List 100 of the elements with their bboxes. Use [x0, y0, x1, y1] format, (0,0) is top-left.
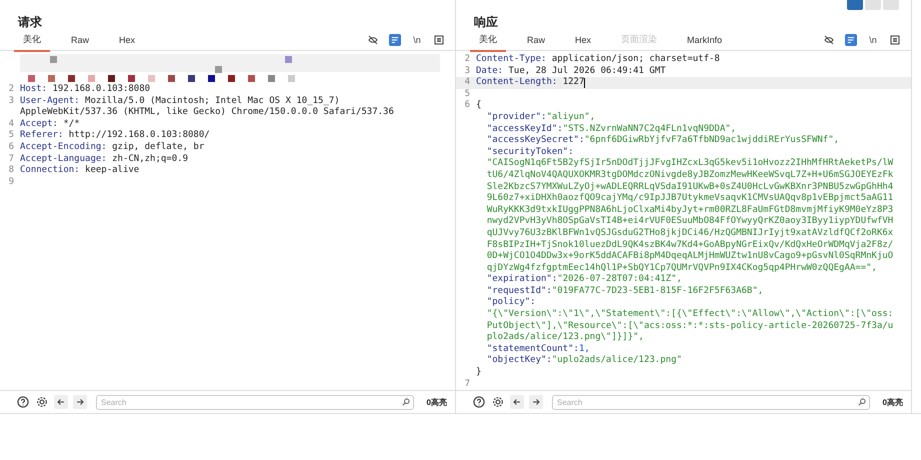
header-value: */*	[63, 118, 80, 130]
left-arrow-icon	[512, 397, 522, 407]
settings-button[interactable]	[35, 395, 49, 409]
line-number: 8	[8, 165, 15, 177]
newline-button[interactable]: \n	[867, 34, 879, 46]
line-number: 4	[464, 77, 471, 89]
json-value: F8sBIPzIH+TjSnok10luezDdL9QK4szBK4w7Kd4+GoABpyNGrEixQv/KdQxHeOrWDMqVja2F8z/	[486, 240, 894, 251]
json-key: "accessKeyId":	[486, 124, 563, 136]
header-value: gzip, deflate, br	[112, 142, 204, 154]
header-value: http://192.168.0.103:8080/	[68, 130, 210, 142]
text-cursor	[584, 78, 586, 88]
wrap-button[interactable]	[389, 34, 401, 46]
menu-icon	[434, 35, 444, 45]
json-value: "{\"Version\":\"1\",\"Statement\":[{\"Effect\":\"Allow\",\"Action\":[\"oss:	[486, 309, 894, 321]
newline-button[interactable]: \n	[411, 34, 423, 46]
json-value: qUJVvy76U3zBKlBFWn1vQSJGsduG2THo8jkjDCi46/HzQGMBNIJrIyjt9xatAVzldfQCf2oRK6x	[486, 228, 894, 240]
header-name: Date:	[476, 66, 504, 77]
search-field[interactable]: Search	[552, 394, 870, 410]
panel-title: 响应	[474, 14, 498, 30]
view-tab[interactable]: MarkInfo	[678, 30, 732, 50]
json-value: plo2ads/alice/123.png\"]}]}",	[486, 332, 644, 344]
line-number: 7	[8, 154, 15, 165]
json-value: "CAISogN1q6Ft5B2yfSjIr5nDOdTjjJFvgIHZcxL3qG5kev5i1oHvozz2IHhMfHRtAeketPs/lW	[486, 158, 894, 170]
wrap-button[interactable]	[845, 34, 857, 46]
json-value: "aliyun",	[546, 112, 596, 124]
header-value: 1227	[562, 77, 584, 89]
json-brace: {	[476, 100, 482, 112]
line-number: 9	[8, 176, 15, 188]
json-value: PutObject\"],\"Resource\":[\"acs:oss:*:*:sts-policy-article-20260725-7f3a/u	[486, 320, 894, 332]
eye-slash-icon	[824, 35, 834, 45]
layout-toggle[interactable]	[847, 0, 863, 10]
json-value: "019FA77C-7D23-5EB1-815F-16F2F5F63A6B",	[552, 286, 764, 298]
back-button[interactable]	[510, 395, 524, 409]
line-number: 5	[8, 130, 15, 142]
line-number: 2	[464, 54, 471, 66]
panel-title: 请求	[18, 14, 42, 30]
json-key: "provider":	[486, 112, 546, 124]
json-key: "policy":	[486, 297, 536, 310]
view-tab[interactable]: Raw	[518, 30, 554, 50]
layout-toggle[interactable]	[883, 0, 899, 10]
json-value: 9L60z7+xiDHXh0aozfQO9cajYMq/c9IpJJB7UtykmeVsaqvK1CMVsUAQqv8p1vEBpjmct5aAG11	[486, 193, 894, 205]
line-number: 4	[8, 118, 15, 130]
hide-icon[interactable]	[823, 34, 835, 46]
line-number: 6	[464, 100, 471, 112]
json-value: "2026-07-28T07:04:41Z",	[557, 274, 682, 286]
highlight-count: 0高亮	[426, 396, 447, 408]
left-arrow-icon	[56, 397, 66, 407]
json-value: 0D+WjCO1O4DDw3x+9orK5ddACAFBi8pM4DqeqALMjHmWUZtw1nU8vCago9+pGsvNl0SqRMnKjuO	[486, 251, 894, 263]
menu-icon	[890, 35, 900, 45]
gear-icon	[36, 396, 48, 408]
search-icon	[402, 398, 410, 406]
right-arrow-icon	[75, 397, 85, 407]
line-number: 7	[464, 378, 471, 390]
header-value: application/json; charset=utf-8	[552, 54, 720, 66]
header-value: zh-CN,zh;q=0.9	[112, 154, 188, 165]
back-button[interactable]	[54, 395, 68, 409]
json-value: nwyd2VPvH3yVh8OSpGaVsTI4B+ei4rVUF0ESuuMbO84FfOYwyyQrKZ0aoy3IByy1iypYDUfwfVH	[486, 216, 894, 228]
header-name: Content-Type:	[476, 54, 546, 66]
json-value: "6pnf6DGiwRbYjfvF7a6TfbND9ac1wjddiRErYusSFWNf",	[584, 135, 840, 147]
json-value: "uplo2ads/alice/123.png"	[552, 355, 682, 368]
header-name: Connection:	[20, 165, 80, 177]
help-icon	[473, 396, 485, 408]
view-tab[interactable]: Hex	[110, 30, 144, 50]
help-button[interactable]	[16, 395, 30, 409]
search-field[interactable]: Search	[96, 394, 414, 410]
json-key: "securityToken":	[486, 146, 574, 158]
view-tab[interactable]: Hex	[566, 30, 600, 50]
settings-button[interactable]	[491, 395, 505, 409]
search-icon	[858, 398, 866, 406]
json-value: "STS.NZvrnWaNN7C2q4FLn1vqN9DDA",	[562, 124, 736, 135]
menu-button[interactable]	[433, 34, 445, 46]
json-key: "statementCount":	[486, 344, 579, 356]
forward-button[interactable]	[73, 395, 87, 409]
view-tab[interactable]: 美化	[14, 28, 50, 52]
header-name: Accept-Language:	[20, 154, 107, 165]
json-key: "accessKeySecret":	[486, 135, 584, 147]
forward-button[interactable]	[529, 395, 543, 409]
highlight-count: 0高亮	[882, 396, 903, 408]
eye-slash-icon	[368, 35, 378, 45]
json-key: "requestId":	[486, 286, 552, 298]
view-tab[interactable]: Raw	[62, 30, 98, 50]
json-value: WuRyKKK3d9txkIUggPPN8A6hLjoClxaMi4byJyt+rm00RZL8FaUmFGtD8mvmjMfiyK9M0eYz8P3	[486, 204, 894, 216]
json-value: 1,	[578, 344, 590, 355]
json-value: Sle2KbzcS7YMXWuLZyOj+wADLEQRRLqVSdaI91UKwB+0sZ4U0HcLvGwKBXnr3PNBU5zwGpGhHh4	[486, 182, 894, 193]
header-name: Content-Length:	[476, 77, 558, 89]
json-value: qjDYzWg4fzfgptmEec14hQl1P+SbQY1Cp7QUMrVQVPn9IX4CKog5qp4PHrwW0zQQEgAA==",	[486, 262, 877, 274]
layout-toggle[interactable]	[865, 0, 881, 10]
menu-button[interactable]	[889, 34, 901, 46]
gear-icon	[492, 396, 504, 408]
header-value: Tue, 28 Jul 2026 06:49:41 GMT	[508, 66, 666, 77]
right-arrow-icon	[531, 397, 541, 407]
view-tab[interactable]: 美化	[470, 28, 506, 52]
header-name: Accept-Encoding:	[20, 142, 107, 154]
header-value: 192.168.0.103:8080	[52, 84, 150, 96]
hide-icon[interactable]	[367, 34, 379, 46]
help-button[interactable]	[472, 395, 486, 409]
json-key: "objectKey":	[486, 355, 552, 368]
header-name: Accept:	[20, 118, 58, 130]
header-name: Host:	[20, 84, 48, 96]
header-value: AppleWebKit/537.36 (KHTML, like Gecko) Chrome/150.0.0.0 Safari/537.36	[20, 107, 394, 119]
